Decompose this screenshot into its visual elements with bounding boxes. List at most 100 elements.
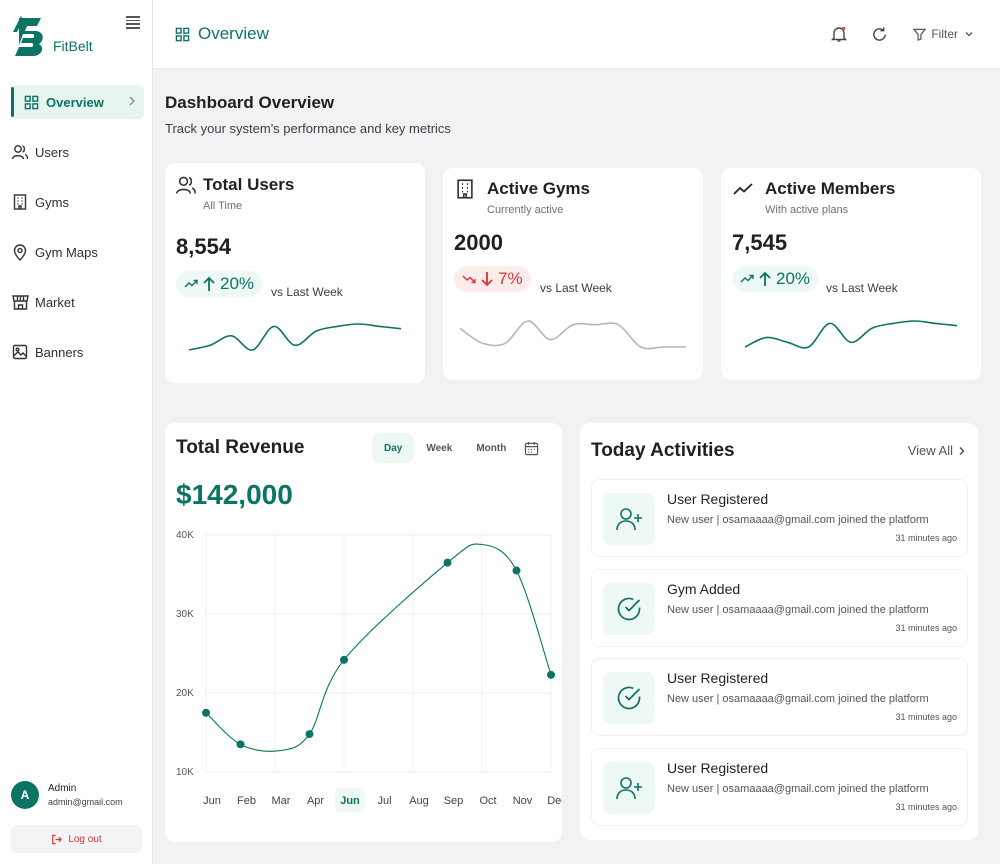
topbar: Overview Filter — [153, 0, 1000, 69]
x-tick-label: Apr — [307, 795, 324, 807]
sidebar-item-banners[interactable]: Banners — [11, 335, 144, 369]
user-profile[interactable]: A Admin admin@gmail.com — [11, 781, 123, 809]
revenue-point[interactable] — [512, 566, 521, 575]
trend-badge: 20% — [176, 271, 263, 297]
page-title: Dashboard Overview — [165, 93, 335, 112]
stat-value: 7,545 — [732, 230, 788, 255]
revenue-point[interactable] — [547, 670, 555, 679]
filter-icon — [913, 28, 927, 41]
app-name: FitBelt — [53, 38, 93, 54]
sidebar-item-label: Users — [35, 144, 69, 160]
menu-toggle-icon[interactable] — [126, 16, 140, 29]
trend-value: 20% — [776, 269, 811, 288]
y-tick-label: 30K — [176, 609, 194, 620]
stat-card-active-gyms: Active Gyms Currently active 2000 7% vs … — [443, 168, 703, 380]
stat-title: Total Users — [203, 175, 295, 194]
user-plus-icon — [603, 762, 655, 814]
sidebar-item-label: Market — [35, 294, 75, 310]
trending-up-icon — [733, 183, 753, 195]
sparkline — [188, 323, 402, 351]
sparkline — [744, 320, 958, 349]
sidebar-item-users[interactable]: Users — [11, 135, 144, 169]
x-tick-label: Aug — [409, 795, 429, 807]
sparkline-path — [744, 320, 958, 349]
x-tick-label: Dec — [547, 795, 562, 807]
activity-title: User Registered — [667, 760, 769, 776]
x-tick-label: Jul — [377, 795, 391, 807]
activity-desc: New user | osamaaaa@gmail.com joined the… — [667, 514, 929, 526]
activity-desc: New user | osamaaaa@gmail.com joined the… — [667, 693, 929, 705]
x-tick-label: Jun — [340, 795, 360, 807]
stat-value: 8,554 — [176, 234, 232, 259]
activities-title: Today Activities — [591, 440, 735, 461]
trend-up-icon — [740, 274, 754, 283]
trend-value: 7% — [498, 269, 523, 288]
chevron-down-icon — [965, 32, 973, 37]
sidebar-item-label: Gyms — [35, 194, 69, 210]
bell-icon — [831, 26, 848, 42]
stat-subtitle: All Time — [203, 200, 243, 212]
chevron-right-icon — [959, 446, 965, 455]
sidebar-item-gyms[interactable]: Gyms — [11, 185, 144, 219]
activity-time: 31 minutes ago — [895, 802, 957, 812]
activity-item[interactable]: Gym Added New user | osamaaaa@gmail.com … — [591, 569, 968, 647]
fitbelt-logo-icon — [13, 16, 43, 56]
activities-card: Today Activities View All User Registere… — [580, 423, 978, 840]
revenue-point[interactable] — [340, 655, 348, 664]
stat-subtitle: With active plans — [765, 204, 849, 216]
stat-value: 2000 — [454, 230, 503, 255]
stat-title: Active Gyms — [487, 179, 590, 198]
revenue-point[interactable] — [236, 740, 245, 749]
y-tick-label: 40K — [176, 530, 194, 541]
building-icon — [457, 179, 473, 199]
sidebar: FitBelt Overview Users Gyms Gym Maps Mar… — [0, 0, 153, 864]
x-tick-label: Mar — [272, 795, 291, 807]
page-breadcrumb: Overview — [175, 24, 269, 44]
revenue-point[interactable] — [202, 708, 210, 717]
refresh-button[interactable] — [867, 22, 891, 46]
topbar-title: Overview — [198, 24, 269, 43]
store-icon — [11, 293, 29, 311]
logout-icon — [52, 834, 63, 844]
view-all-link[interactable]: View All — [908, 443, 966, 458]
sparkline-path — [188, 323, 402, 351]
activity-desc: New user | osamaaaa@gmail.com joined the… — [667, 783, 929, 795]
arrow-up-icon — [759, 271, 771, 286]
sidebar-item-label: Banners — [35, 344, 84, 360]
revenue-point[interactable] — [443, 558, 452, 567]
sidebar-item-label: Gym Maps — [35, 244, 98, 260]
logout-button[interactable]: Log out — [11, 825, 142, 853]
users-icon — [11, 143, 29, 161]
sidebar-nav: Overview Users Gyms Gym Maps Market Bann… — [11, 85, 144, 385]
sparkline-path — [459, 320, 686, 350]
notifications-button[interactable] — [827, 22, 851, 46]
users-icon — [176, 176, 196, 194]
x-tick-label: Jun — [203, 795, 221, 807]
activity-item[interactable]: User Registered New user | osamaaaa@gmai… — [591, 479, 968, 557]
activity-item[interactable]: User Registered New user | osamaaaa@gmai… — [591, 658, 968, 736]
sidebar-item-overview[interactable]: Overview — [11, 85, 144, 119]
activity-time: 31 minutes ago — [895, 712, 957, 722]
filter-button[interactable]: Filter — [907, 23, 980, 45]
revenue-point[interactable] — [305, 730, 314, 739]
stat-title: Active Members — [765, 179, 896, 198]
stat-card-total-users: Total Users All Time 8,554 20% vs Last W… — [165, 163, 425, 383]
activity-title: User Registered — [667, 670, 769, 686]
activity-item[interactable]: User Registered New user | osamaaaa@gmai… — [591, 748, 968, 826]
compare-label: vs Last Week — [540, 281, 612, 295]
arrow-up-icon — [203, 276, 215, 291]
activity-desc: New user | osamaaaa@gmail.com joined the… — [667, 604, 929, 616]
stat-card-active-members: Active Members With active plans 7,545 2… — [721, 168, 981, 380]
check-circle-icon — [603, 583, 655, 635]
chevron-right-icon — [129, 96, 135, 106]
x-tick-label: Nov — [513, 795, 533, 807]
compare-label: vs Last Week — [271, 285, 343, 299]
y-tick-label: 10K — [176, 767, 194, 778]
revenue-line — [205, 543, 552, 752]
activity-time: 31 minutes ago — [895, 533, 957, 543]
user-email: admin@gmail.com — [48, 797, 123, 807]
sidebar-item-market[interactable]: Market — [11, 285, 144, 319]
activity-title: User Registered — [667, 491, 769, 507]
logo[interactable]: FitBelt — [11, 14, 93, 56]
sidebar-item-gym-maps[interactable]: Gym Maps — [11, 235, 144, 269]
